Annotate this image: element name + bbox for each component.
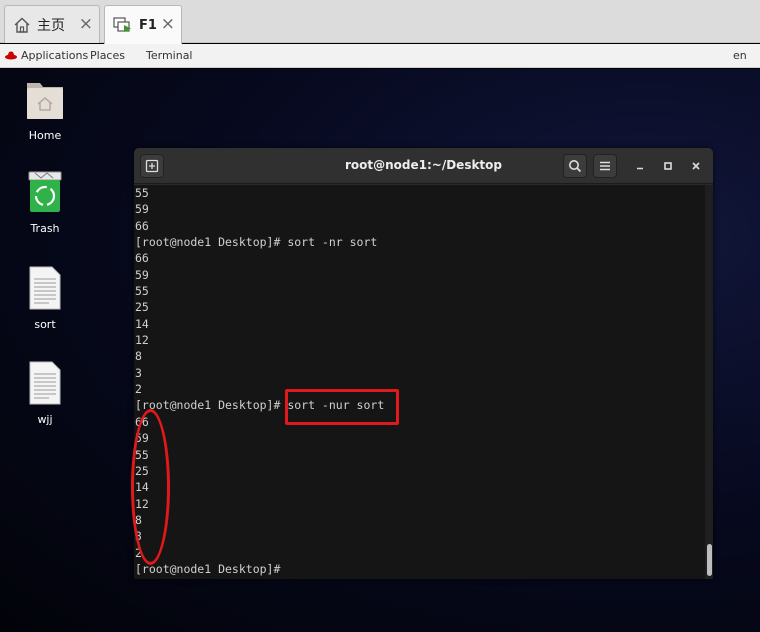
terminal-line: 8 xyxy=(135,349,142,364)
desktop-icon-label: sort xyxy=(34,318,56,331)
terminal-line: [root@node1 Desktop]# sort -nur sort xyxy=(135,398,385,413)
terminal-line: 2 xyxy=(135,545,142,560)
applications-menu[interactable]: Applications xyxy=(21,49,88,62)
scrollbar-thumb[interactable] xyxy=(707,544,712,576)
home-icon xyxy=(13,16,31,34)
desktop-icon-sort[interactable]: sort xyxy=(10,266,80,331)
tab-home[interactable]: 主页 × xyxy=(4,5,100,43)
terminal-line: 59 xyxy=(135,431,149,446)
terminal-line: 14 xyxy=(135,316,149,331)
minimize-icon xyxy=(637,167,643,170)
close-icon[interactable]: × xyxy=(161,14,175,34)
highlight-ellipse xyxy=(131,409,170,565)
close-icon xyxy=(692,162,700,170)
terminal-scrollbar[interactable] xyxy=(705,185,713,579)
minimize-button[interactable] xyxy=(628,154,652,178)
search-icon xyxy=(569,160,582,173)
terminal-menu[interactable]: Terminal xyxy=(146,49,193,62)
desktop-icon-home[interactable]: Home xyxy=(10,79,80,142)
close-window-button[interactable] xyxy=(684,154,708,178)
vm-console-icon xyxy=(113,16,133,34)
terminal-line: 12 xyxy=(135,496,149,511)
terminal-line: 3 xyxy=(135,365,142,380)
terminal-line: 3 xyxy=(135,529,142,544)
terminal-line: 2 xyxy=(135,382,142,397)
terminal-line: [root@node1 Desktop]# sort -nr sort xyxy=(135,235,378,250)
terminal-line: 55 xyxy=(135,186,149,200)
terminal-output[interactable]: 55 59 66 [root@node1 Desktop]# sort -nr … xyxy=(134,185,705,579)
desktop-icon-label: Trash xyxy=(30,222,60,235)
terminal-line: 55 xyxy=(135,447,149,462)
language-indicator[interactable]: en xyxy=(733,49,747,62)
text-file-icon xyxy=(29,361,61,409)
tab-label: 主页 xyxy=(37,17,65,34)
desktop-icon-label: wjj xyxy=(37,413,53,426)
terminal-line: 12 xyxy=(135,333,149,348)
terminal-line: 59 xyxy=(135,202,149,217)
places-menu[interactable]: Places xyxy=(90,49,125,62)
gnome-top-bar: Applications Places Terminal en xyxy=(0,44,760,68)
redhat-logo-icon xyxy=(5,50,17,63)
terminal-line: 59 xyxy=(135,267,149,282)
trash-icon xyxy=(27,171,63,218)
home-folder-icon xyxy=(25,83,65,125)
desktop-icon-wjj[interactable]: wjj xyxy=(10,361,80,426)
text-file-icon xyxy=(29,266,61,314)
desktop-icon-label: Home xyxy=(28,129,62,142)
desktop-icon-trash[interactable]: Trash xyxy=(10,170,80,235)
terminal-line: 8 xyxy=(135,512,142,527)
menu-button[interactable] xyxy=(593,154,617,178)
terminal-title: root@node1:~/Desktop xyxy=(344,158,503,172)
terminal-line: 25 xyxy=(135,463,149,478)
terminal-line: [root@node1 Desktop]# xyxy=(135,561,288,576)
terminal-line: 14 xyxy=(135,480,149,495)
terminal-line: 66 xyxy=(135,218,149,233)
tab-f1[interactable]: F1 × xyxy=(104,5,182,44)
highlight-rectangle xyxy=(285,389,399,425)
search-button[interactable] xyxy=(563,154,587,178)
terminal-line: 55 xyxy=(135,284,149,299)
close-icon[interactable]: × xyxy=(79,14,93,34)
maximize-icon xyxy=(664,162,672,170)
terminal-line: 66 xyxy=(135,251,149,266)
terminal-window: root@node1:~/Desktop 55 59 66 [root@node… xyxy=(134,148,713,579)
terminal-line: 66 xyxy=(135,414,149,429)
hamburger-menu-icon xyxy=(600,161,610,171)
terminal-line: 25 xyxy=(135,300,149,315)
browser-tab-strip: 主页 × F1 × xyxy=(0,0,760,44)
maximize-button[interactable] xyxy=(656,154,680,178)
tab-label: F1 xyxy=(139,17,157,33)
terminal-header-bar[interactable]: root@node1:~/Desktop xyxy=(134,148,713,184)
